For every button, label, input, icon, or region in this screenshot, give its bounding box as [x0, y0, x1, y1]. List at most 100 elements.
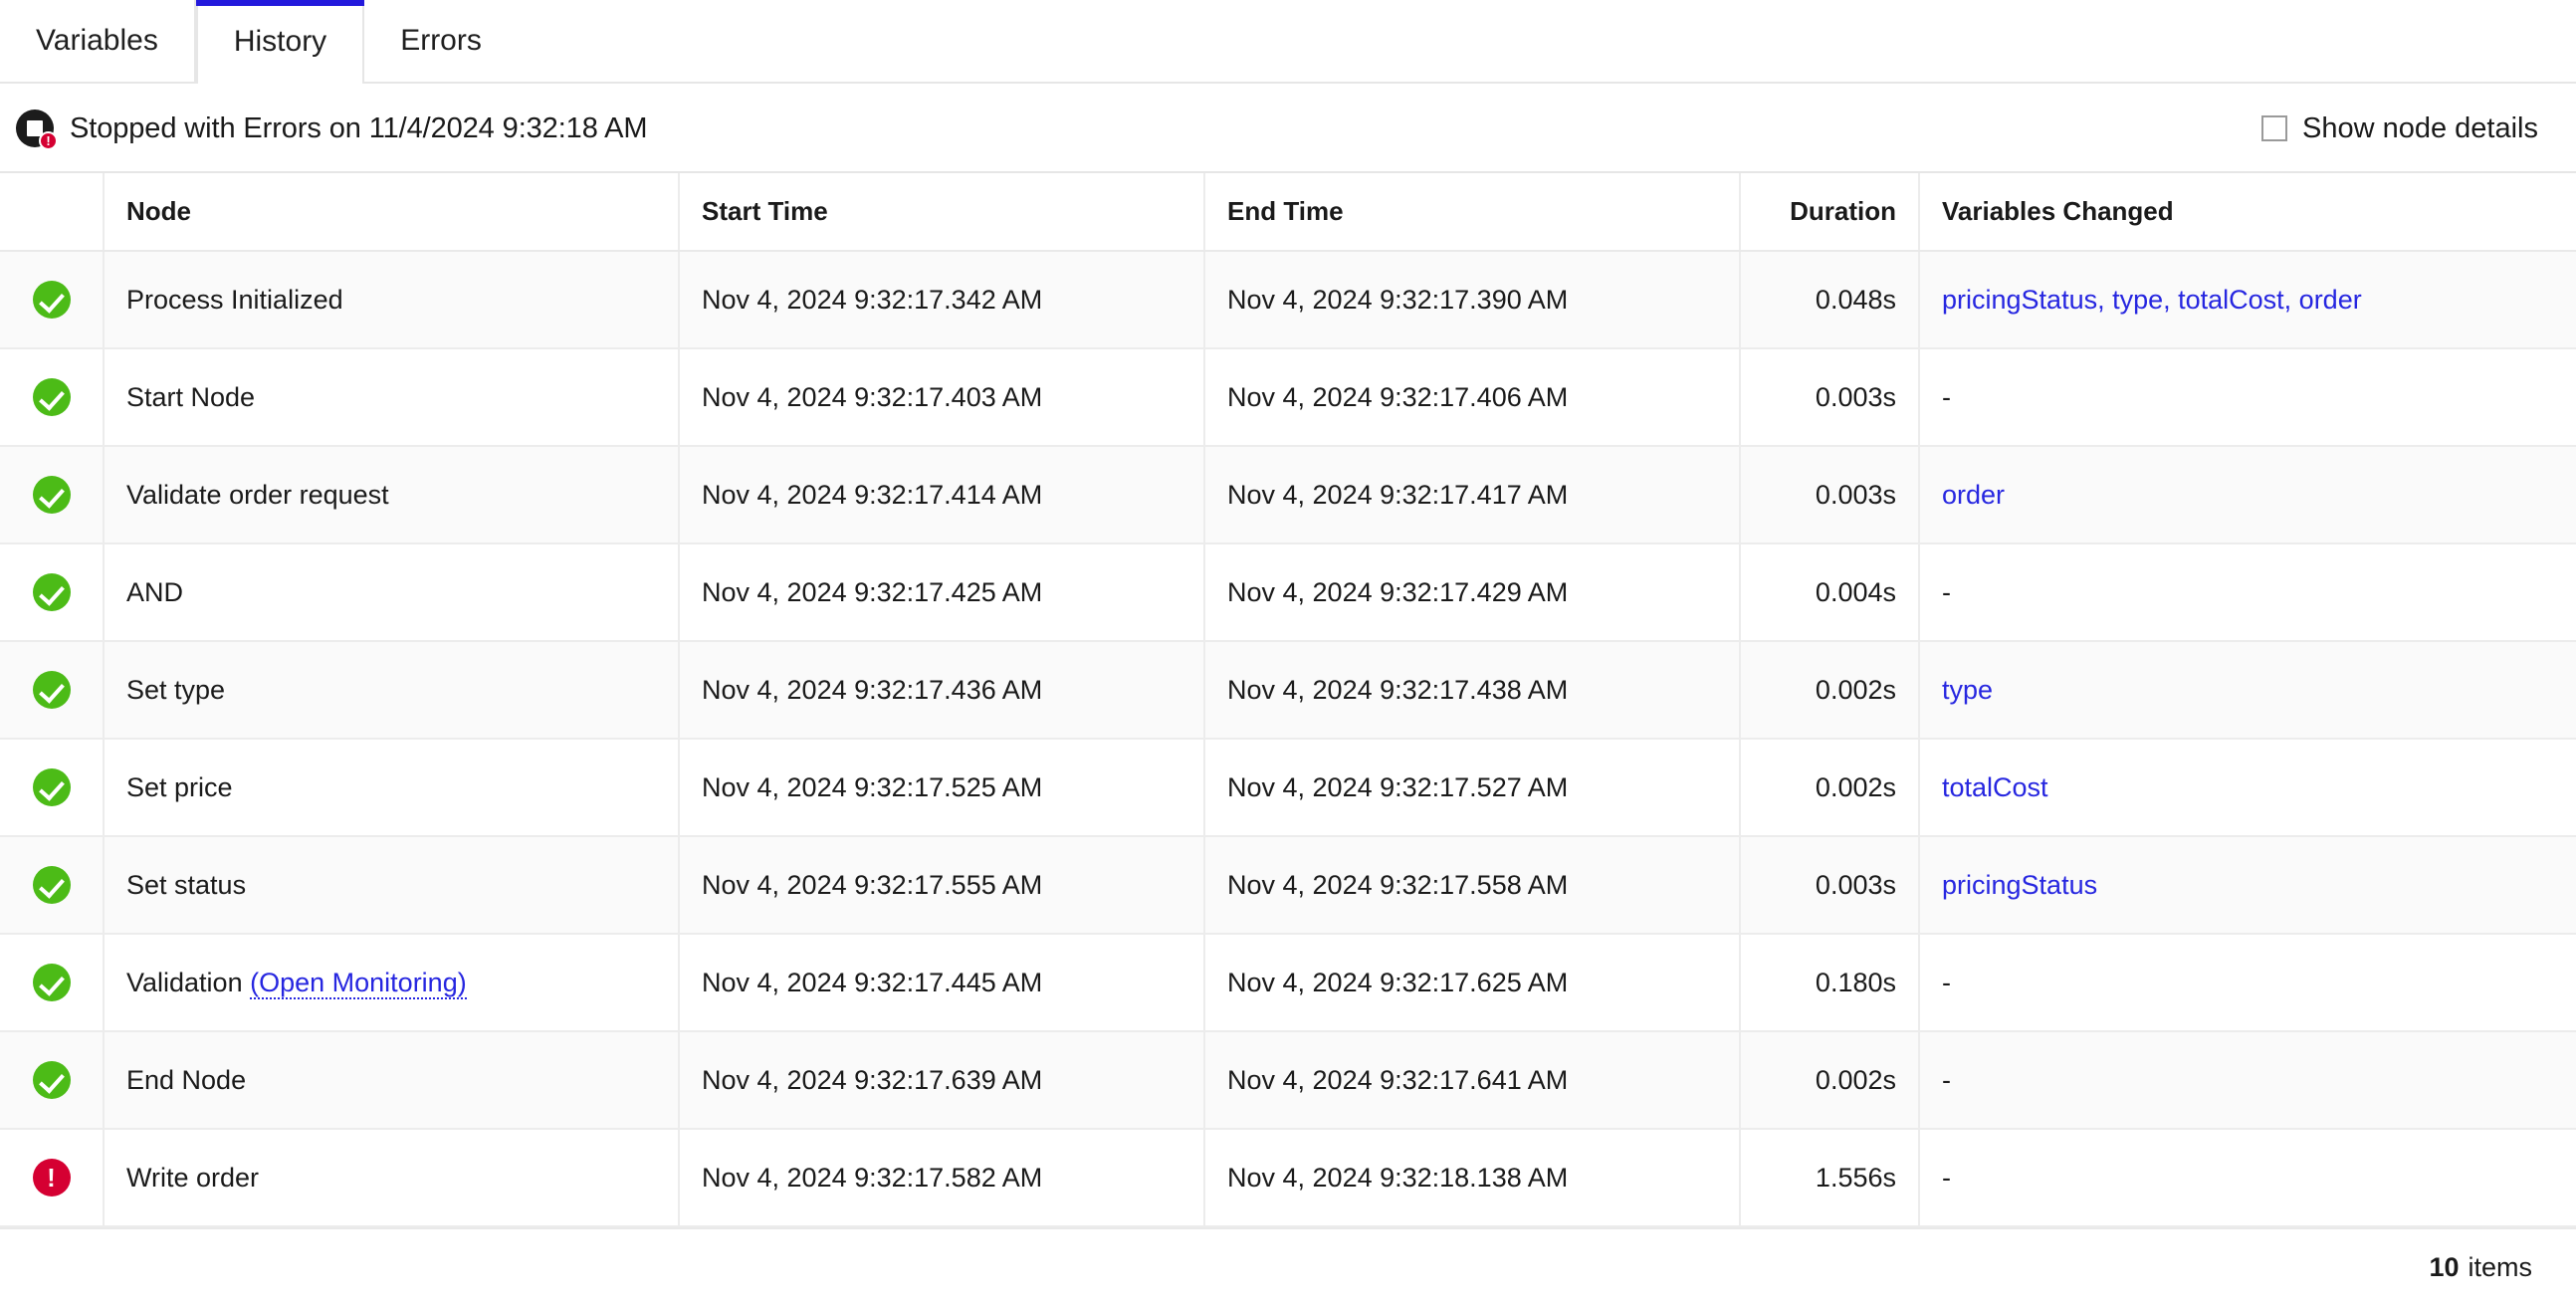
cell-variables-changed: - — [1919, 544, 2576, 642]
cell-variables-changed: - — [1919, 348, 2576, 447]
header-row: Node Start Time End Time Duration Variab… — [0, 173, 2576, 252]
node-name: Start Node — [126, 381, 256, 412]
cell-start-time: Nov 4, 2024 9:32:17.639 AM — [679, 1031, 1205, 1130]
cell-duration: 0.048s — [1740, 251, 1920, 349]
cell-duration: 0.002s — [1740, 641, 1920, 740]
cell-variables-changed: totalCost — [1919, 739, 2576, 837]
item-count-label: items — [2468, 1251, 2532, 1282]
cell-end-time: Nov 4, 2024 9:32:17.390 AM — [1204, 251, 1741, 349]
cell-status — [0, 934, 105, 1032]
cell-variables-changed: pricingStatus, type, totalCost, order — [1919, 251, 2576, 349]
open-monitoring-link[interactable]: (Open Monitoring) — [250, 967, 467, 999]
show-node-details-checkbox[interactable] — [2261, 115, 2287, 141]
success-check-icon — [32, 378, 71, 416]
cell-duration: 0.004s — [1740, 544, 1920, 642]
table-footer: 10 items — [0, 1229, 2576, 1305]
cell-start-time: Nov 4, 2024 9:32:17.525 AM — [679, 739, 1205, 837]
cell-start-time: Nov 4, 2024 9:32:17.555 AM — [679, 836, 1205, 935]
success-check-icon — [32, 671, 71, 709]
node-name: Set status — [126, 869, 247, 900]
cell-variables-changed: - — [1919, 1129, 2576, 1227]
tab-errors[interactable]: Errors — [364, 0, 518, 82]
cell-end-time: Nov 4, 2024 9:32:17.641 AM — [1204, 1031, 1741, 1130]
cell-end-time: Nov 4, 2024 9:32:18.138 AM — [1204, 1129, 1741, 1227]
success-check-icon — [32, 281, 71, 319]
tab-strip: Variables History Errors — [0, 0, 2576, 84]
run-status: ! Stopped with Errors on 11/4/2024 9:32:… — [16, 109, 647, 150]
success-check-icon — [32, 1061, 71, 1099]
success-check-icon — [32, 476, 71, 514]
show-node-details-label: Show node details — [2302, 111, 2538, 144]
table-row[interactable]: AND Nov 4, 2024 9:32:17.425 AM Nov 4, 2024… — [0, 544, 2576, 642]
tab-history-label: History — [233, 25, 327, 58]
cell-duration: 0.003s — [1740, 836, 1920, 935]
node-name: Validate order request — [126, 479, 389, 510]
success-check-icon — [32, 573, 71, 611]
variables-changed-empty: - — [1942, 1162, 1951, 1193]
header-start-time: Start Time — [679, 173, 1205, 252]
table-row[interactable]: Process Initialized Nov 4, 2024 9:32:17.3… — [0, 251, 2576, 349]
cell-start-time: Nov 4, 2024 9:32:17.445 AM — [679, 934, 1205, 1032]
cell-start-time: Nov 4, 2024 9:32:17.436 AM — [679, 641, 1205, 740]
cell-variables-changed: type — [1919, 641, 2576, 740]
tab-variables-label: Variables — [36, 24, 158, 57]
node-name: Set type — [126, 674, 226, 705]
cell-end-time: Nov 4, 2024 9:32:17.438 AM — [1204, 641, 1741, 740]
variables-changed-empty: - — [1942, 576, 1951, 607]
cell-start-time: Nov 4, 2024 9:32:17.582 AM — [679, 1129, 1205, 1227]
cell-node: Process Initialized — [104, 251, 680, 349]
cell-duration: 1.556s — [1740, 1129, 1920, 1227]
table-row[interactable]: Set status Nov 4, 2024 9:32:17.555 AM Nov … — [0, 836, 2576, 935]
cell-variables-changed: pricingStatus — [1919, 836, 2576, 935]
cell-duration: 0.003s — [1740, 348, 1920, 447]
cell-end-time: Nov 4, 2024 9:32:17.558 AM — [1204, 836, 1741, 935]
cell-node: Write order — [104, 1129, 680, 1227]
cell-status — [0, 251, 105, 349]
cell-variables-changed: - — [1919, 934, 2576, 1032]
history-table-body: Process Initialized Nov 4, 2024 9:32:17.3… — [0, 251, 2576, 1227]
table-row[interactable]: Write order Nov 4, 2024 9:32:17.582 AMNov… — [0, 1129, 2576, 1227]
variables-changed-link[interactable]: type — [1942, 675, 1993, 705]
table-row[interactable]: Set price Nov 4, 2024 9:32:17.525 AM Nov 4… — [0, 739, 2576, 837]
table-row[interactable]: Validation (Open Monitoring) Nov 4, 2024 … — [0, 934, 2576, 1032]
cell-node: AND — [104, 544, 680, 642]
cell-node: Set price — [104, 739, 680, 837]
node-name: End Node — [126, 1064, 247, 1095]
cell-start-time: Nov 4, 2024 9:32:17.425 AM — [679, 544, 1205, 642]
node-name: Set price — [126, 771, 233, 802]
header-end-time: End Time — [1204, 173, 1741, 252]
table-row[interactable]: Validate order request Nov 4, 2024 9:32:1… — [0, 446, 2576, 544]
cell-status — [0, 641, 105, 740]
cell-node: Set type — [104, 641, 680, 740]
variables-changed-link[interactable]: totalCost — [1942, 772, 2048, 802]
cell-node: End Node — [104, 1031, 680, 1130]
item-count: 10 — [2429, 1251, 2460, 1282]
cell-status — [0, 544, 105, 642]
table-row[interactable]: Start Node Nov 4, 2024 9:32:17.403 AM Nov … — [0, 348, 2576, 447]
cell-status — [0, 348, 105, 447]
show-node-details-toggle[interactable]: Show node details — [2261, 112, 2538, 145]
error-badge-icon: ! — [39, 131, 58, 150]
success-check-icon — [32, 866, 71, 904]
variables-changed-link[interactable]: order — [1942, 480, 2005, 510]
success-check-icon — [32, 964, 71, 1001]
history-table-header: Node Start Time End Time Duration Variab… — [0, 173, 2576, 252]
cell-status — [0, 446, 105, 544]
cell-duration: 0.002s — [1740, 739, 1920, 837]
tab-errors-label: Errors — [400, 24, 482, 57]
variables-changed-link[interactable]: pricingStatus, type, totalCost, order — [1942, 285, 2362, 315]
table-row[interactable]: Set type Nov 4, 2024 9:32:17.436 AM Nov 4,… — [0, 641, 2576, 740]
header-duration: Duration — [1740, 173, 1920, 252]
tab-variables[interactable]: Variables — [0, 0, 196, 82]
error-icon — [32, 1159, 71, 1196]
cell-status — [0, 1031, 105, 1130]
variables-changed-link[interactable]: pricingStatus — [1942, 870, 2097, 900]
cell-start-time: Nov 4, 2024 9:32:17.342 AM — [679, 251, 1205, 349]
success-check-icon — [32, 768, 71, 806]
cell-duration: 0.003s — [1740, 446, 1920, 544]
cell-end-time: Nov 4, 2024 9:32:17.406 AM — [1204, 348, 1741, 447]
table-row[interactable]: End Node Nov 4, 2024 9:32:17.639 AM Nov 4,… — [0, 1031, 2576, 1130]
header-status — [0, 173, 105, 252]
node-name: AND — [126, 576, 184, 607]
tab-history[interactable]: History — [195, 0, 365, 84]
